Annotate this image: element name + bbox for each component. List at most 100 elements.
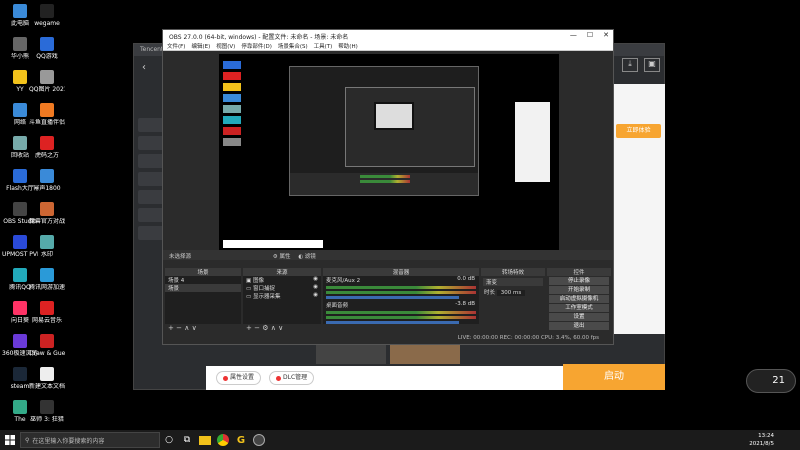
- search-placeholder: 在这里输入你要搜索的内容: [32, 437, 105, 445]
- source-item[interactable]: ▭ 显示器采集 ◉: [243, 292, 321, 300]
- desktop-icon[interactable]: 水印: [29, 235, 65, 258]
- menu-item[interactable]: 视图(V): [216, 42, 235, 50]
- control-button[interactable]: 停止录像: [549, 277, 609, 285]
- obs-statusbar: LIVE: 00:00:00 REC: 00:00:00 CPU: 3.4%, …: [457, 335, 599, 341]
- app-icon: [13, 334, 27, 348]
- control-button[interactable]: 设置: [549, 313, 609, 321]
- desktop-icon-label: 腾讯网游加速器: [29, 284, 65, 291]
- close-icon[interactable]: ✕: [603, 31, 609, 39]
- app-icon: [40, 268, 54, 282]
- cortana-icon[interactable]: ○: [160, 431, 178, 449]
- source-label: 显示器采集: [252, 294, 281, 300]
- nested-preview-3: [374, 102, 414, 130]
- desktop-icon-label: QQ图片 20210724...: [29, 86, 65, 93]
- desktop-icon[interactable]: 巫师 3: 狂猎: [29, 400, 65, 423]
- scene-item[interactable]: 场景: [165, 284, 241, 292]
- menu-item[interactable]: 编辑(E): [191, 42, 210, 50]
- search-icon: ⚲: [25, 436, 30, 444]
- promo-chip[interactable]: 立即体验: [616, 124, 661, 138]
- add-icon[interactable]: +: [168, 324, 174, 332]
- app-icon: [13, 268, 27, 282]
- down-icon[interactable]: ∨: [278, 324, 283, 332]
- add-icon[interactable]: +: [246, 324, 252, 332]
- desktop-icon[interactable]: 腾讯网游加速器: [29, 268, 65, 291]
- launch-button[interactable]: 启动: [563, 364, 665, 390]
- obs-source-bar: 未选择源 ⚙ 属性 ◐ 滤镜: [163, 250, 613, 260]
- taskbar-search[interactable]: ⚲ 在这里输入你要搜索的内容: [20, 432, 160, 448]
- properties-button[interactable]: 属性设置: [216, 371, 262, 385]
- up-icon[interactable]: ∧: [271, 324, 276, 332]
- app-g-icon[interactable]: G: [232, 431, 250, 449]
- app-icon: [13, 136, 27, 150]
- duration-input[interactable]: 300 ms: [496, 290, 526, 296]
- obs-title: OBS 27.0.0 (64-bit, windows) - 配置文件: 未命名…: [169, 34, 349, 41]
- obs-preview[interactable]: [219, 54, 559, 250]
- app-icon: [40, 334, 54, 348]
- chrome-icon[interactable]: [214, 431, 232, 449]
- desktop-icon-label: Draw & Guess: [29, 350, 65, 357]
- gear-icon[interactable]: ⚙: [262, 324, 268, 332]
- control-button[interactable]: 工作室模式: [549, 304, 609, 312]
- remove-icon[interactable]: −: [176, 324, 182, 332]
- eye-icon[interactable]: ◉: [313, 276, 318, 282]
- taskbar: ⚲ 在这里输入你要搜索的内容 ○ ⧉ G 13:24 2021/8/5: [0, 430, 800, 450]
- app-icon: [13, 169, 27, 183]
- eye-icon[interactable]: ◉: [313, 292, 318, 298]
- source-item[interactable]: ▣ 图像 ◉: [243, 276, 321, 284]
- app-icon: [13, 367, 27, 381]
- properties-label: 属性: [279, 254, 291, 260]
- desktop-icon[interactable]: QQ图片 20210724...: [29, 70, 65, 93]
- app-icon: [40, 301, 54, 315]
- down-icon[interactable]: ∨: [192, 324, 197, 332]
- source-item[interactable]: ▭ 窗口捕捉 ◉: [243, 284, 321, 292]
- menu-item[interactable]: 文件(F): [167, 42, 185, 50]
- desktop-icon[interactable]: 斗鱼直播伴侣: [29, 103, 65, 126]
- dlc-button[interactable]: DLC管理: [269, 371, 315, 385]
- desktop-icon-label: 虎码之方: [34, 152, 59, 159]
- obs-taskbar-icon[interactable]: [250, 431, 268, 449]
- desktop-icon-label: 水印: [40, 251, 53, 258]
- app-icon: [13, 400, 27, 414]
- properties-toolbar-button[interactable]: ⚙ 属性: [273, 254, 291, 260]
- download-icon[interactable]: ⤓: [622, 58, 638, 72]
- gift-icon[interactable]: ▣: [644, 58, 660, 72]
- menu-item[interactable]: 场景集合(S): [278, 42, 308, 50]
- remove-icon[interactable]: −: [254, 324, 260, 332]
- scenes-list: 场景 4 场景: [165, 276, 241, 324]
- desktop-icon[interactable]: wegame: [29, 4, 65, 27]
- scene-item[interactable]: 场景 4: [165, 276, 241, 284]
- system-tray-clock[interactable]: 13:24 2021/8/5: [749, 432, 774, 448]
- obs-window[interactable]: OBS 27.0.0 (64-bit, windows) - 配置文件: 未命名…: [162, 29, 614, 345]
- file-explorer-icon[interactable]: [196, 431, 214, 449]
- back-arrow-icon[interactable]: ‹: [142, 62, 146, 73]
- desktop-icon[interactable]: 魔兽官方对战平台: [29, 202, 65, 225]
- app-icon: [40, 235, 54, 249]
- menu-item[interactable]: 工具(T): [314, 42, 333, 50]
- menu-item[interactable]: 帮助(H): [338, 42, 357, 50]
- app-icon: [40, 103, 54, 117]
- desktop-icon-label: 幂声1800: [33, 185, 61, 192]
- control-button[interactable]: 启动虚拟摄像机: [549, 295, 609, 303]
- desktop-icon[interactable]: 新建文本文档: [29, 367, 65, 390]
- eye-icon[interactable]: ◉: [313, 284, 318, 290]
- volume-slider[interactable]: [326, 321, 459, 324]
- task-view-icon[interactable]: ⧉: [178, 431, 196, 449]
- transition-select[interactable]: 渐变: [483, 278, 543, 286]
- volume-slider[interactable]: [326, 296, 459, 299]
- minimize-icon[interactable]: —: [570, 31, 577, 39]
- control-button[interactable]: 退出: [549, 322, 609, 330]
- up-icon[interactable]: ∧: [184, 324, 189, 332]
- desktop-icon[interactable]: 虎码之方: [29, 136, 65, 159]
- weather-widget[interactable]: 21: [746, 369, 796, 393]
- menu-item[interactable]: 停靠部件(D): [241, 42, 272, 50]
- control-button[interactable]: 开始录制: [549, 286, 609, 294]
- desktop-icon[interactable]: Draw & Guess: [29, 334, 65, 357]
- dlc-label: DLC管理: [283, 374, 308, 381]
- desktop-icon[interactable]: QQ游戏: [29, 37, 65, 60]
- desktop-icon[interactable]: 幂声1800: [29, 169, 65, 192]
- maximize-icon[interactable]: ☐: [587, 31, 593, 39]
- windows-start-icon[interactable]: [0, 430, 20, 450]
- desktop-icon[interactable]: 网易云音乐: [29, 301, 65, 324]
- desktop-icon-label: 斗鱼直播伴侣: [29, 119, 65, 126]
- filters-toolbar-button[interactable]: ◐ 滤镜: [298, 254, 316, 260]
